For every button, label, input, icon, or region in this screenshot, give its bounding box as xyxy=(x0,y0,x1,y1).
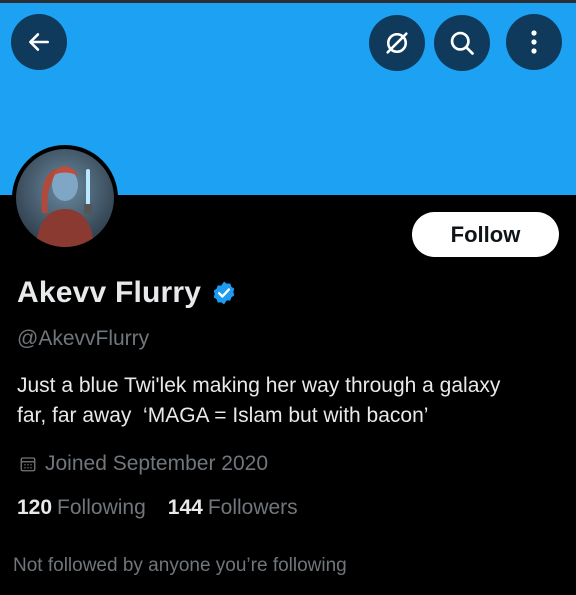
following-label: Following xyxy=(57,496,146,519)
not-followed-notice: Not followed by anyone you’re following xyxy=(13,555,347,576)
search-button[interactable] xyxy=(434,15,490,71)
follow-stats: 120 Following 144 Followers xyxy=(17,496,320,520)
followers-count: 144 xyxy=(167,496,203,519)
followers-link[interactable]: 144 Followers xyxy=(168,496,298,520)
calendar-icon xyxy=(20,457,36,472)
following-count: 120 xyxy=(17,496,53,519)
avatar-image xyxy=(16,149,114,247)
followers-label: Followers xyxy=(207,496,298,519)
joined-text: Joined September 2020 xyxy=(45,452,268,475)
follow-button[interactable]: Follow xyxy=(412,212,559,257)
bio-line: Just a blue Twi'lek making her way throu… xyxy=(17,374,501,397)
more-button[interactable] xyxy=(506,14,562,70)
following-link[interactable]: 120 Following xyxy=(17,496,146,520)
display-name: Akevv Flurry xyxy=(17,276,202,309)
eye-slash-icon xyxy=(386,32,408,54)
profile-handle: @AkevvFlurry xyxy=(17,327,150,350)
joined-date: Joined September 2020 xyxy=(19,452,268,476)
profile-avatar[interactable] xyxy=(12,145,118,251)
hide-button[interactable] xyxy=(369,15,425,71)
bio-line: far, far away ‘MAGA = Islam but with bac… xyxy=(17,404,429,427)
verified-badge-icon xyxy=(213,281,235,305)
arrow-left-icon xyxy=(29,33,49,51)
more-vertical-icon xyxy=(531,30,537,54)
profile-bio: Just a blue Twi'lek making her way throu… xyxy=(17,371,562,431)
search-icon xyxy=(450,31,474,55)
back-button[interactable] xyxy=(11,14,67,70)
profile-name-row: Akevv Flurry xyxy=(17,276,237,310)
